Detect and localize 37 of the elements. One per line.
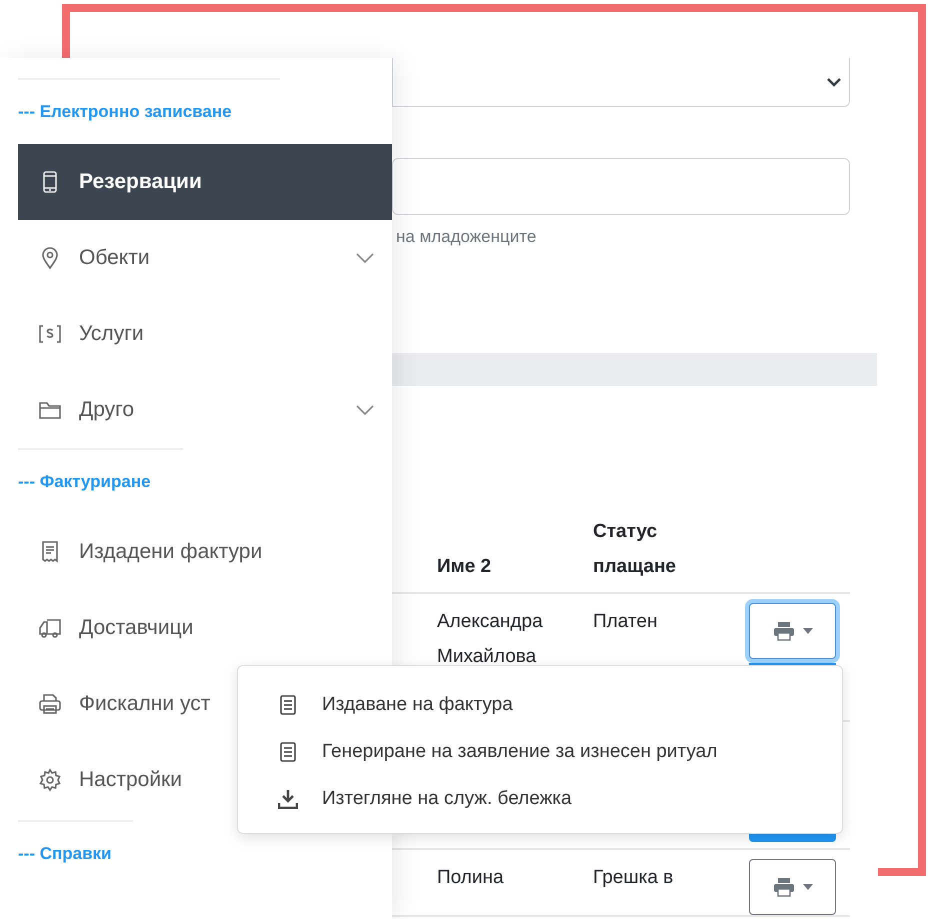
nav-item[interactable]: Издадени фактури: [18, 514, 392, 590]
column-header: Име 2: [437, 555, 492, 579]
table-cell-text: Александра Михайлова: [437, 610, 544, 669]
menu-item[interactable]: Изтегляне на служ. бележка: [238, 775, 842, 822]
menu-item[interactable]: Издаване на фактура: [238, 681, 842, 728]
printer-icon: [772, 621, 794, 641]
table-cell-text: Грешка в: [593, 866, 674, 890]
chevron-down-icon: [827, 77, 841, 87]
nav-item[interactable]: Доставчици: [18, 590, 392, 666]
section-heading: --- Електронно записване: [18, 101, 232, 123]
printer-icon: [38, 692, 62, 716]
chevron-down-icon: [356, 252, 374, 264]
truck-icon: [38, 616, 62, 640]
nav-item[interactable]: Резервации: [18, 144, 392, 220]
document-icon: [278, 742, 298, 762]
print-dropdown-button[interactable]: [749, 603, 836, 659]
print-dropdown-button[interactable]: [749, 859, 836, 915]
section-heading: --- Справки: [18, 843, 112, 865]
column-header: Статус плащане: [593, 520, 677, 579]
caret-down-icon: [802, 628, 812, 634]
select-field[interactable]: [392, 58, 850, 107]
printer-icon: [772, 877, 794, 897]
bracket-s-icon: [38, 322, 62, 346]
nav-item[interactable]: Обекти: [18, 220, 392, 296]
download-icon: [278, 788, 298, 808]
section-heading: --- Фактуриране: [18, 471, 151, 493]
caret-down-icon: [802, 884, 812, 890]
hint-text: на младоженците: [396, 227, 536, 247]
chevron-down-icon: [356, 404, 374, 416]
table-cell-text: Полина: [437, 866, 505, 890]
input-field[interactable]: [392, 158, 850, 215]
table-cell-text: Платен: [593, 610, 658, 634]
nav-item[interactable]: Друго: [18, 372, 392, 448]
menu-item[interactable]: Генериране на заявление за изнесен ритуал: [238, 728, 842, 775]
document-icon: [278, 694, 298, 714]
nav-item[interactable]: Услуги: [18, 296, 392, 372]
gear-icon: [38, 768, 62, 792]
